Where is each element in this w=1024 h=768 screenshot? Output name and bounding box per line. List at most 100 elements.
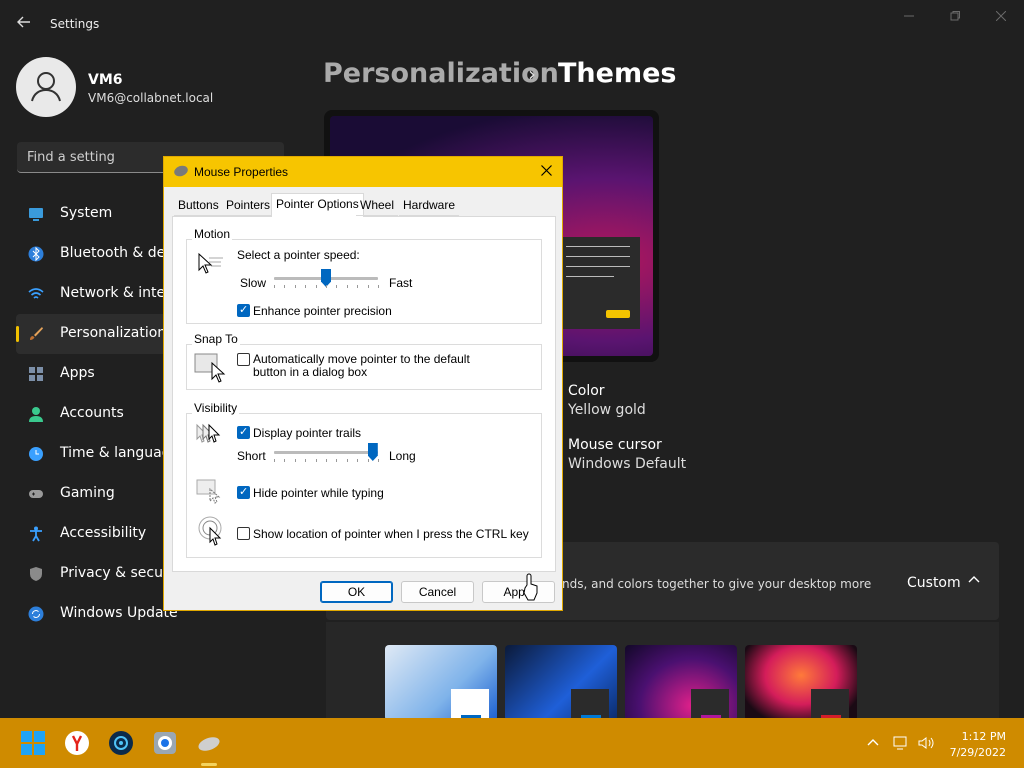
pointer-trails-checkbox[interactable] <box>237 425 250 439</box>
mouse-icon[interactable] <box>196 730 222 756</box>
avatar[interactable] <box>16 57 76 117</box>
hide-pointer-checkbox[interactable] <box>237 485 250 499</box>
sidebar-item-label: Accounts <box>60 405 124 421</box>
update-icon <box>28 606 44 622</box>
preview-line <box>566 256 630 257</box>
slow-label: Slow <box>240 276 267 290</box>
slider-tick <box>336 459 338 462</box>
shield-icon <box>30 567 42 581</box>
tab-wheel[interactable]: Wheel <box>356 195 399 216</box>
cancel-button[interactable]: Cancel <box>401 581 474 603</box>
pointer-speed-icon <box>198 252 223 274</box>
network-icon[interactable] <box>893 735 909 751</box>
clock-date[interactable]: 7/29/2022 <box>943 746 1006 759</box>
show-location-label[interactable]: Show location of pointer when I press th… <box>253 527 529 541</box>
chrome-icon[interactable] <box>152 730 178 756</box>
sidebar-item-label: Privacy & securit <box>60 565 179 581</box>
short-label: Short <box>237 449 266 463</box>
slider-tick <box>357 459 359 462</box>
globe-clock-icon <box>29 447 43 461</box>
pointer-trails-slider[interactable] <box>274 451 378 454</box>
brush-icon <box>30 327 43 340</box>
slider-tick <box>294 459 296 462</box>
slider-tick <box>367 285 369 288</box>
wifi-icon <box>28 288 44 299</box>
visibility-group-title: Visibility <box>192 401 240 415</box>
cursor-label[interactable]: Mouse cursor <box>568 437 662 453</box>
settings-titlebar: Settings <box>0 0 1024 48</box>
color-label[interactable]: Color <box>568 383 605 399</box>
slider-tick <box>336 285 338 288</box>
motion-group-title: Motion <box>192 227 233 241</box>
enhance-precision-label[interactable]: Enhance pointer precision <box>253 304 392 318</box>
close-button[interactable] <box>986 8 1016 26</box>
search-placeholder: Find a setting <box>27 150 115 165</box>
sidebar-item-label: Apps <box>60 365 95 381</box>
sidebar-item-label: Personalization <box>60 325 167 341</box>
sidebar-item-label: Time & language <box>60 445 180 461</box>
slider-tick <box>367 459 369 462</box>
active-indicator <box>16 326 19 342</box>
breadcrumb-separator: › <box>528 62 536 86</box>
breadcrumb-parent[interactable]: Personalization <box>323 58 559 89</box>
expand-button[interactable] <box>968 574 980 589</box>
theme-thumbnail-dark[interactable] <box>505 645 617 721</box>
sidebar-item-label: Bluetooth & devi <box>60 245 178 261</box>
bluetooth-icon <box>28 246 44 262</box>
slider-tick <box>305 285 307 288</box>
dialog-close-button[interactable] <box>536 162 556 182</box>
sidebar-item-label: Network & intern <box>60 285 180 301</box>
pointer-trails-label[interactable]: Display pointer trails <box>253 426 361 440</box>
snap-to-checkbox[interactable] <box>237 353 250 366</box>
tab-pointer-options[interactable]: Pointer Options <box>271 193 364 217</box>
sidebar-item-label: System <box>60 205 113 221</box>
show-location-checkbox[interactable] <box>237 527 250 540</box>
apps-icon <box>29 367 43 381</box>
arrow-left-icon <box>17 16 30 28</box>
app-icon[interactable] <box>108 730 134 756</box>
tab-buttons[interactable]: Buttons <box>174 195 223 216</box>
clock-time[interactable]: 1:12 PM <box>950 730 1006 743</box>
slider-tick <box>326 459 327 462</box>
cursor-value: Windows Default <box>568 456 687 472</box>
slider-tick <box>274 459 275 462</box>
maximize-button[interactable] <box>940 8 970 26</box>
person-icon <box>31 72 61 102</box>
preview-accent <box>606 310 630 318</box>
tab-pointers[interactable]: Pointers <box>222 195 275 216</box>
snap-to-icon <box>194 353 226 383</box>
preview-line <box>566 276 614 277</box>
ok-button[interactable]: OK <box>320 581 393 603</box>
yandex-browser-icon[interactable] <box>64 730 90 756</box>
slider-tick <box>357 285 359 288</box>
user-email: VM6@collabnet.local <box>88 91 214 105</box>
current-theme-name: Custom <box>907 575 961 591</box>
sidebar-item-personalization[interactable]: Personalization <box>16 314 168 354</box>
windows-start-icon[interactable] <box>20 730 46 756</box>
pointer-trails-icon <box>196 423 221 443</box>
minimize-button[interactable] <box>894 8 924 26</box>
snap-to-label[interactable]: Automatically move pointer to the defaul… <box>253 353 503 379</box>
person-icon <box>29 407 43 422</box>
close-icon <box>540 165 552 176</box>
theme-thumbnail-glow[interactable] <box>625 645 737 721</box>
dialog-titlebar[interactable]: Mouse Properties <box>164 157 562 187</box>
show-location-icon <box>198 516 222 546</box>
slider-tick <box>274 285 275 288</box>
slider-tick <box>378 459 379 462</box>
monitor-icon <box>29 208 43 221</box>
back-button[interactable] <box>14 14 34 34</box>
sidebar-item-label: Accessibility <box>60 525 147 541</box>
chevron-up-icon[interactable] <box>866 735 880 749</box>
theme-thumbnail-flower[interactable] <box>745 645 857 721</box>
hide-pointer-label[interactable]: Hide pointer while typing <box>253 486 384 500</box>
enhance-precision-checkbox[interactable] <box>237 303 250 317</box>
slider-tick <box>378 285 379 288</box>
tab-hardware[interactable]: Hardware <box>399 195 460 216</box>
snap-group-title: Snap To <box>192 332 240 346</box>
page-title: Themes <box>558 58 677 89</box>
theme-thumbnail-light[interactable] <box>385 645 497 721</box>
apply-button[interactable]: Apply <box>482 581 555 603</box>
volume-icon[interactable] <box>917 735 935 751</box>
slider-tick <box>305 459 307 462</box>
